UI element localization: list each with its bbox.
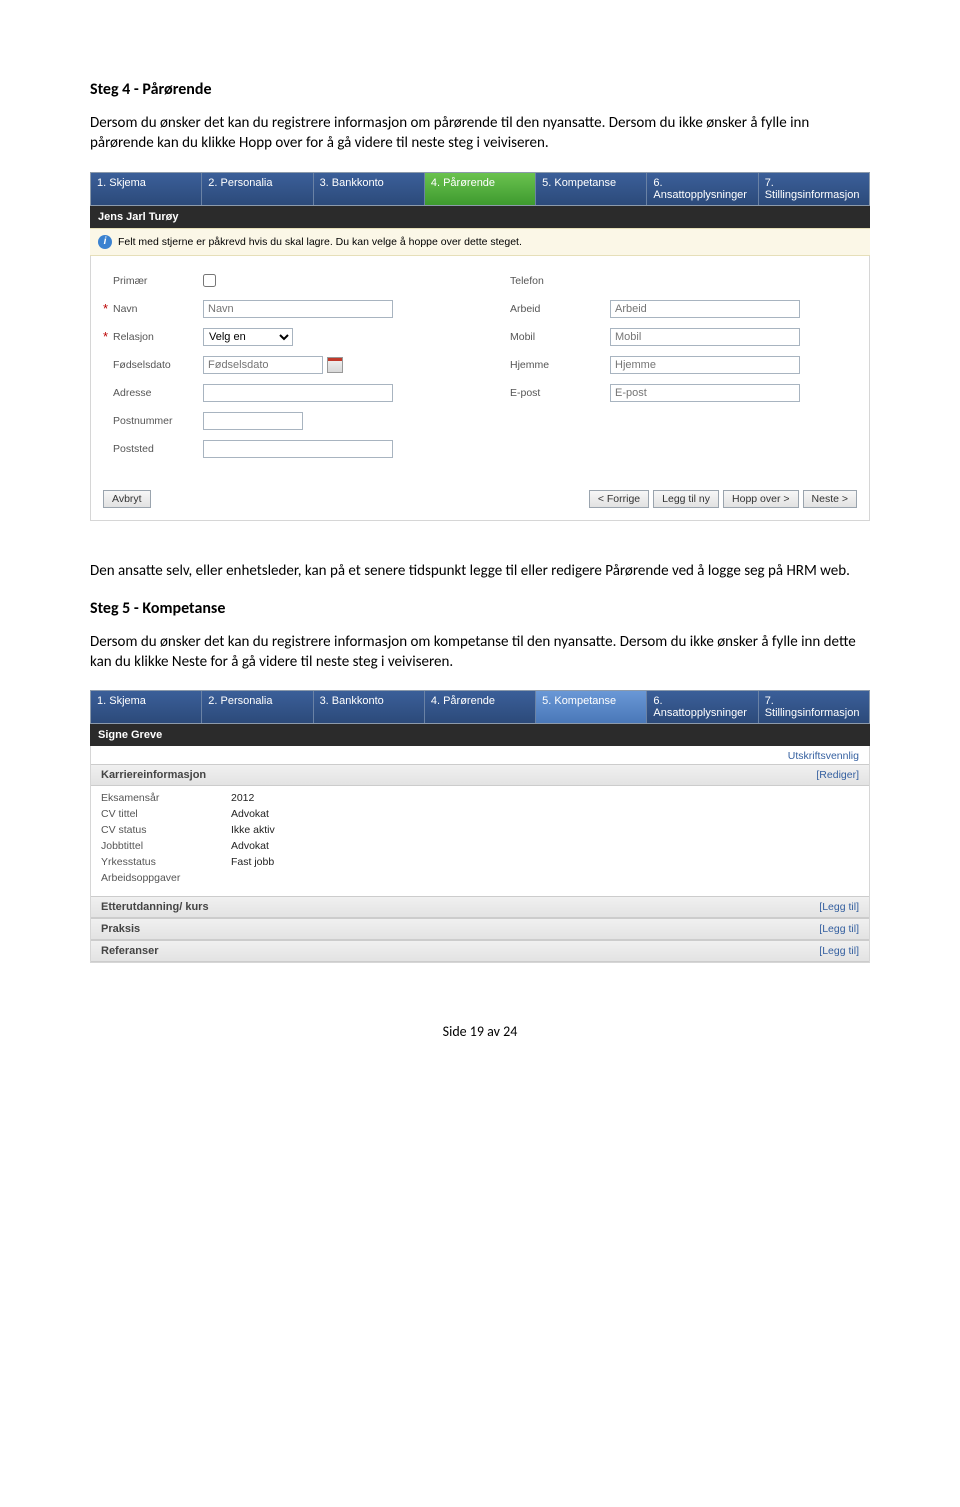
etter-leggtil-link[interactable]: [Legg til] xyxy=(819,901,859,913)
tab-kompetanse[interactable]: 5. Kompetanse xyxy=(536,691,647,723)
employee-name-bar-2: Signe Greve xyxy=(90,724,870,746)
section-karriere-title: Karriereinformasjon xyxy=(101,769,206,781)
input-epost[interactable] xyxy=(610,384,800,402)
kv-row: CV statusIkke aktiv xyxy=(101,822,859,838)
praksis-leggtil-link[interactable]: [Legg til] xyxy=(819,923,859,935)
select-relasjon[interactable]: Velg en xyxy=(203,328,293,346)
section-karriere: Karriereinformasjon [Rediger] xyxy=(91,764,869,786)
input-arbeid[interactable] xyxy=(610,300,800,318)
forrige-button[interactable]: < Forrige xyxy=(589,490,649,508)
calendar-icon[interactable] xyxy=(327,357,343,373)
info-strip: i Felt med stjerne er påkrevd hvis du sk… xyxy=(90,228,870,256)
avbryt-button[interactable]: Avbryt xyxy=(103,490,151,508)
tab-ansattopplysninger[interactable]: 6. Ansattopplysninger xyxy=(647,173,758,205)
tab-skjema[interactable]: 1. Skjema xyxy=(91,173,202,205)
utskriftsvennlig-link[interactable]: Utskriftsvennlig xyxy=(91,746,869,764)
wizard-tabs-2: 1. Skjema 2. Personalia 3. Bankkonto 4. … xyxy=(90,690,870,724)
neste-button[interactable]: Neste > xyxy=(803,490,857,508)
kv-row: Arbeidsoppgaver xyxy=(101,870,859,886)
section-referanser-title: Referanser xyxy=(101,945,158,957)
label-mobil: Mobil xyxy=(510,331,610,343)
section-praksis: Praksis [Legg til] xyxy=(91,918,869,940)
wizard-tabs: 1. Skjema 2. Personalia 3. Bankkonto 4. … xyxy=(90,172,870,206)
referanser-leggtil-link[interactable]: [Legg til] xyxy=(819,945,859,957)
input-poststed[interactable] xyxy=(203,440,393,458)
section-praksis-title: Praksis xyxy=(101,923,140,935)
checkbox-primaer[interactable] xyxy=(203,274,216,287)
step5-paragraph: Dersom du ønsker det kan du registrere i… xyxy=(90,632,870,673)
form-col-right: Telefon Arbeid Mobil Hjemme E-post xyxy=(510,270,857,466)
label-epost: E-post xyxy=(510,387,610,399)
label-relasjon: Relasjon xyxy=(113,331,203,343)
page-footer: Side 19 av 24 xyxy=(90,1023,870,1040)
input-mobil[interactable] xyxy=(610,328,800,346)
info-icon: i xyxy=(98,235,112,249)
input-hjemme[interactable] xyxy=(610,356,800,374)
wizard-screenshot-parorende: 1. Skjema 2. Personalia 3. Bankkonto 4. … xyxy=(90,172,870,521)
tab-skjema[interactable]: 1. Skjema xyxy=(91,691,202,723)
label-postnummer: Postnummer xyxy=(113,415,203,427)
karriere-rows: Eksamensår2012 CV tittelAdvokat CV statu… xyxy=(91,786,869,896)
kv-row: JobbtittelAdvokat xyxy=(101,838,859,854)
employee-name-bar: Jens Jarl Turøy xyxy=(90,206,870,228)
tab-bankkonto[interactable]: 3. Bankkonto xyxy=(314,173,425,205)
form-panel: Primær * Navn * Relasjon Velg en xyxy=(90,256,870,521)
form-col-left: Primær * Navn * Relasjon Velg en xyxy=(103,270,450,466)
label-telefon: Telefon xyxy=(510,275,610,287)
section-etterutdanning: Etterutdanning/ kurs [Legg til] xyxy=(91,896,869,918)
label-arbeid: Arbeid xyxy=(510,303,610,315)
label-primaer: Primær xyxy=(113,275,203,287)
karriere-rediger-link[interactable]: [Rediger] xyxy=(816,769,859,781)
tab-parorende[interactable]: 4. Pårørende xyxy=(425,173,536,205)
section-etter-title: Etterutdanning/ kurs xyxy=(101,901,209,913)
tab-parorende[interactable]: 4. Pårørende xyxy=(425,691,536,723)
input-postnummer[interactable] xyxy=(203,412,303,430)
tab-kompetanse[interactable]: 5. Kompetanse xyxy=(536,173,647,205)
info-text: Felt med stjerne er påkrevd hvis du skal… xyxy=(118,236,522,248)
tab-personalia[interactable]: 2. Personalia xyxy=(202,691,313,723)
hoppover-button[interactable]: Hopp over > xyxy=(723,490,799,508)
leggtilny-button[interactable]: Legg til ny xyxy=(653,490,719,508)
step4-heading: Steg 4 - Pårørende xyxy=(90,80,870,99)
label-poststed: Poststed xyxy=(113,443,203,455)
step4-paragraph: Dersom du ønsker det kan du registrere i… xyxy=(90,113,870,154)
label-navn: Navn xyxy=(113,303,203,315)
tab-personalia[interactable]: 2. Personalia xyxy=(202,173,313,205)
label-hjemme: Hjemme xyxy=(510,359,610,371)
mid-paragraph: Den ansatte selv, eller enhetsleder, kan… xyxy=(90,561,870,581)
kv-row: CV tittelAdvokat xyxy=(101,806,859,822)
tab-ansattopplysninger[interactable]: 6. Ansattopplysninger xyxy=(647,691,758,723)
tab-bankkonto[interactable]: 3. Bankkonto xyxy=(314,691,425,723)
input-navn[interactable] xyxy=(203,300,393,318)
step5-heading: Steg 5 - Kompetanse xyxy=(90,599,870,618)
section-referanser: Referanser [Legg til] xyxy=(91,940,869,962)
kv-row: YrkesstatusFast jobb xyxy=(101,854,859,870)
input-adresse[interactable] xyxy=(203,384,393,402)
tab-stillingsinformasjon[interactable]: 7. Stillingsinformasjon xyxy=(759,173,869,205)
input-fodselsdato[interactable] xyxy=(203,356,323,374)
tab-stillingsinformasjon[interactable]: 7. Stillingsinformasjon xyxy=(759,691,869,723)
kompetanse-panel: Utskriftsvennlig Karriereinformasjon [Re… xyxy=(90,746,870,963)
label-adresse: Adresse xyxy=(113,387,203,399)
kv-row: Eksamensår2012 xyxy=(101,790,859,806)
wizard-screenshot-kompetanse: 1. Skjema 2. Personalia 3. Bankkonto 4. … xyxy=(90,690,870,963)
label-fodselsdato: Fødselsdato xyxy=(113,359,203,371)
